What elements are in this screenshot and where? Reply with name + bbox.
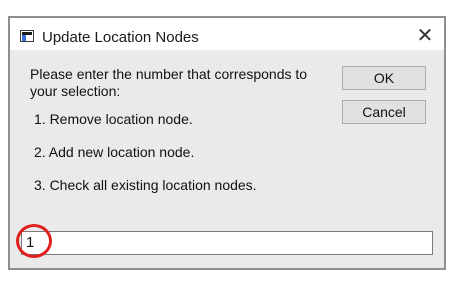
title-bar[interactable]: Update Location Nodes ✕ xyxy=(10,18,444,50)
annotation-circle xyxy=(16,224,52,258)
ok-button[interactable]: OK xyxy=(342,66,426,90)
option-item: 3. Check all existing location nodes. xyxy=(34,177,257,193)
option-item: 1. Remove location node. xyxy=(34,111,193,127)
window-title: Update Location Nodes xyxy=(42,29,199,46)
option-item: 2. Add new location node. xyxy=(34,144,195,160)
selection-input[interactable]: 1 xyxy=(21,231,433,255)
prompt-text: Please enter the number that corresponds… xyxy=(30,66,308,99)
close-icon[interactable]: ✕ xyxy=(412,23,438,47)
dialog-window: Update Location Nodes ✕ Please enter the… xyxy=(8,16,446,270)
window-icon xyxy=(20,30,34,42)
cancel-button[interactable]: Cancel xyxy=(342,100,426,124)
